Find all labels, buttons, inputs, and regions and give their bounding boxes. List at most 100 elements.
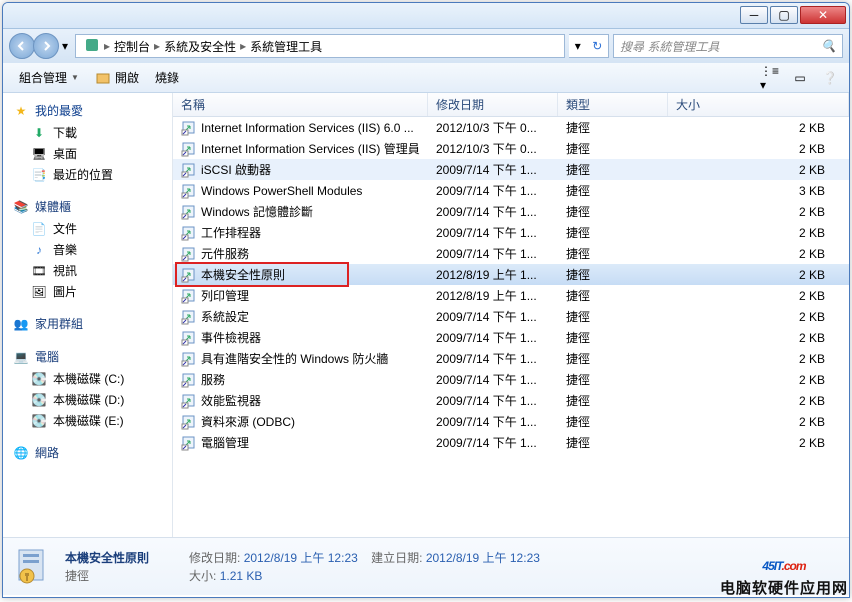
file-row[interactable]: Internet Information Services (IIS) 管理員2… bbox=[173, 138, 849, 159]
drive-icon: 💽 bbox=[31, 413, 47, 429]
shortcut-icon bbox=[181, 372, 197, 388]
col-size[interactable]: 大小 bbox=[668, 93, 849, 116]
nav-downloads[interactable]: ⬇下載 bbox=[3, 122, 172, 143]
nav-drive-c[interactable]: 💽本機磁碟 (C:) bbox=[3, 368, 172, 389]
file-size: 2 KB bbox=[799, 289, 825, 303]
file-date: 2009/7/14 下午 1... bbox=[436, 392, 537, 409]
col-date[interactable]: 修改日期 bbox=[428, 93, 558, 116]
file-row[interactable]: 效能監視器2009/7/14 下午 1...捷徑2 KB bbox=[173, 390, 849, 411]
organize-menu[interactable]: 組合管理▼ bbox=[11, 69, 87, 86]
file-date: 2012/10/3 下午 0... bbox=[436, 140, 537, 157]
computer-icon: 💻 bbox=[13, 349, 29, 365]
nav-documents[interactable]: 📄文件 bbox=[3, 218, 172, 239]
document-icon: 📄 bbox=[31, 221, 47, 237]
file-row[interactable]: Windows 記憶體診斷2009/7/14 下午 1...捷徑2 KB bbox=[173, 201, 849, 222]
forward-button[interactable] bbox=[33, 33, 59, 59]
music-icon: ♪ bbox=[31, 242, 47, 258]
file-row[interactable]: 具有進階安全性的 Windows 防火牆2009/7/14 下午 1...捷徑2… bbox=[173, 348, 849, 369]
col-type[interactable]: 類型 bbox=[558, 93, 668, 116]
refresh-icon[interactable]: ↻ bbox=[592, 39, 602, 53]
picture-icon: 🖼 bbox=[31, 284, 47, 300]
star-icon: ★ bbox=[13, 103, 29, 119]
nav-drive-e[interactable]: 💽本機磁碟 (E:) bbox=[3, 410, 172, 431]
homegroup-icon: 👥 bbox=[13, 316, 29, 332]
file-size: 2 KB bbox=[799, 163, 825, 177]
file-size: 3 KB bbox=[799, 184, 825, 198]
file-size: 2 KB bbox=[799, 226, 825, 240]
shortcut-icon bbox=[181, 204, 197, 220]
file-row[interactable]: 元件服務2009/7/14 下午 1...捷徑2 KB bbox=[173, 243, 849, 264]
burn-button[interactable]: 燒錄 bbox=[147, 69, 187, 86]
breadcrumb-seg3[interactable]: 系統管理工具 bbox=[246, 38, 326, 55]
file-row[interactable]: 工作排程器2009/7/14 下午 1...捷徑2 KB bbox=[173, 222, 849, 243]
file-row[interactable]: Internet Information Services (IIS) 6.0 … bbox=[173, 117, 849, 138]
breadcrumb-seg1[interactable]: 控制台 bbox=[110, 38, 154, 55]
details-subtitle: 捷徑 bbox=[65, 567, 149, 585]
search-placeholder: 搜尋 系統管理工具 bbox=[620, 38, 719, 55]
details-created-value: 2012/8/19 上午 12:23 bbox=[426, 551, 540, 565]
nav-favorites[interactable]: ★我的最愛 bbox=[3, 99, 172, 122]
file-row[interactable]: 資料來源 (ODBC)2009/7/14 下午 1...捷徑2 KB bbox=[173, 411, 849, 432]
dropdown-icon[interactable]: ▾ bbox=[575, 39, 581, 53]
drive-icon: 💽 bbox=[31, 371, 47, 387]
file-date: 2009/7/14 下午 1... bbox=[436, 224, 537, 241]
open-button[interactable]: 開啟 bbox=[87, 69, 147, 86]
view-options-button[interactable]: ⋮≡ ▾ bbox=[759, 67, 781, 89]
nav-computer[interactable]: 💻電腦 bbox=[3, 345, 172, 368]
shortcut-icon bbox=[181, 330, 197, 346]
nav-drive-d[interactable]: 💽本機磁碟 (D:) bbox=[3, 389, 172, 410]
file-name: 資料來源 (ODBC) bbox=[201, 413, 295, 430]
minimize-button[interactable]: ─ bbox=[740, 6, 768, 24]
file-size: 2 KB bbox=[799, 331, 825, 345]
file-row[interactable]: 系統設定2009/7/14 下午 1...捷徑2 KB bbox=[173, 306, 849, 327]
file-row[interactable]: 列印管理2012/8/19 上午 1...捷徑2 KB bbox=[173, 285, 849, 306]
file-list: 名稱 修改日期 類型 大小 Internet Information Servi… bbox=[173, 93, 849, 537]
file-date: 2009/7/14 下午 1... bbox=[436, 245, 537, 262]
file-type: 捷徑 bbox=[566, 161, 590, 178]
file-row[interactable]: Windows PowerShell Modules2009/7/14 下午 1… bbox=[173, 180, 849, 201]
maximize-button[interactable]: ▢ bbox=[770, 6, 798, 24]
col-name[interactable]: 名稱 bbox=[173, 93, 428, 116]
file-date: 2009/7/14 下午 1... bbox=[436, 308, 537, 325]
nav-pictures[interactable]: 🖼圖片 bbox=[3, 281, 172, 302]
file-type: 捷徑 bbox=[566, 308, 590, 325]
nav-homegroup[interactable]: 👥家用群組 bbox=[3, 312, 172, 335]
search-input[interactable]: 搜尋 系統管理工具 🔍 bbox=[613, 34, 843, 58]
file-name: 電腦管理 bbox=[201, 434, 249, 451]
help-button[interactable]: ❔ bbox=[819, 67, 841, 89]
breadcrumb-seg2[interactable]: 系統及安全性 bbox=[160, 38, 240, 55]
file-row[interactable]: iSCSI 啟動器2009/7/14 下午 1...捷徑2 KB bbox=[173, 159, 849, 180]
close-button[interactable]: ✕ bbox=[800, 6, 846, 24]
nav-libraries[interactable]: 📚媒體櫃 bbox=[3, 195, 172, 218]
file-type: 捷徑 bbox=[566, 119, 590, 136]
file-name: 本機安全性原則 bbox=[201, 266, 285, 283]
details-mod-value: 2012/8/19 上午 12:23 bbox=[244, 551, 358, 565]
drive-icon: 💽 bbox=[31, 392, 47, 408]
address-box[interactable]: ▸ 控制台 ▸ 系統及安全性 ▸ 系統管理工具 bbox=[75, 34, 565, 58]
details-size-value: 1.21 KB bbox=[220, 569, 263, 583]
shortcut-icon bbox=[181, 309, 197, 325]
file-type: 捷徑 bbox=[566, 245, 590, 262]
file-row[interactable]: 服務2009/7/14 下午 1...捷徑2 KB bbox=[173, 369, 849, 390]
file-row[interactable]: 本機安全性原則2012/8/19 上午 1...捷徑2 KB bbox=[173, 264, 849, 285]
file-type: 捷徑 bbox=[566, 203, 590, 220]
nav-desktop[interactable]: 🖥桌面 bbox=[3, 143, 172, 164]
nav-recent[interactable]: 📑最近的位置 bbox=[3, 164, 172, 185]
nav-music[interactable]: ♪音樂 bbox=[3, 239, 172, 260]
file-name: 服務 bbox=[201, 371, 225, 388]
file-name: 事件檢視器 bbox=[201, 329, 261, 346]
column-headers: 名稱 修改日期 類型 大小 bbox=[173, 93, 849, 117]
preview-pane-button[interactable]: ▭ bbox=[789, 67, 811, 89]
nav-network[interactable]: 🌐網路 bbox=[3, 441, 172, 464]
file-size: 2 KB bbox=[799, 415, 825, 429]
history-dropdown[interactable]: ▾ bbox=[59, 33, 71, 59]
recent-icon: 📑 bbox=[31, 167, 47, 183]
file-name: 具有進階安全性的 Windows 防火牆 bbox=[201, 350, 388, 367]
file-type: 捷徑 bbox=[566, 266, 590, 283]
file-date: 2012/10/3 下午 0... bbox=[436, 119, 537, 136]
back-button[interactable] bbox=[9, 33, 35, 59]
nav-videos[interactable]: 🎞視訊 bbox=[3, 260, 172, 281]
file-row[interactable]: 事件檢視器2009/7/14 下午 1...捷徑2 KB bbox=[173, 327, 849, 348]
file-row[interactable]: 電腦管理2009/7/14 下午 1...捷徑2 KB bbox=[173, 432, 849, 453]
shortcut-icon bbox=[181, 435, 197, 451]
